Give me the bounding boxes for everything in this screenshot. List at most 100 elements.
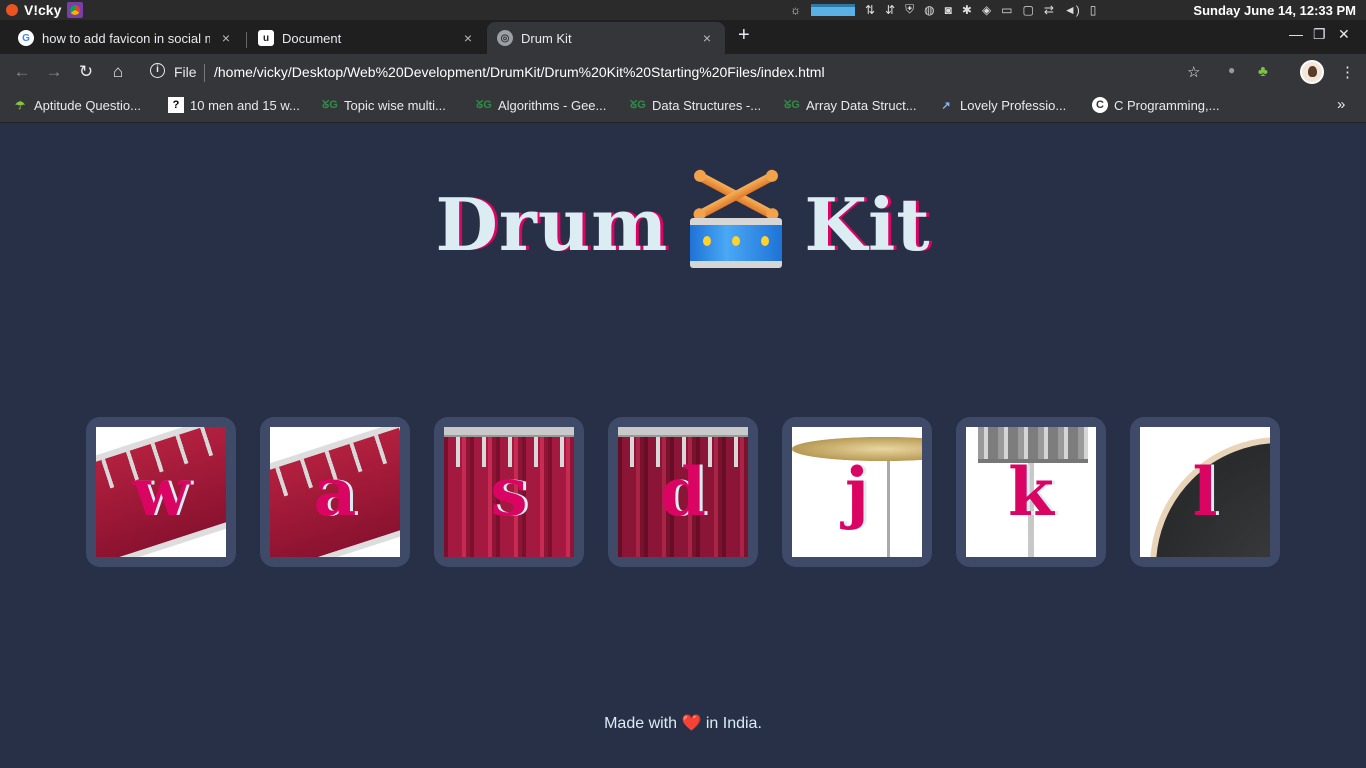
- bookmark-label: Topic wise multi...: [344, 97, 446, 113]
- bookmark-item[interactable]: ᘜG Algorithms - Gee...: [476, 97, 606, 113]
- tab-document[interactable]: u Document ×: [248, 22, 486, 54]
- url-divider: [204, 64, 205, 82]
- drum-buttons: w a s d j k l: [86, 417, 1286, 567]
- bookmark-label: Array Data Struct...: [806, 97, 917, 113]
- system-username[interactable]: V!cky: [24, 2, 61, 18]
- bookmark-item[interactable]: ᘜG Topic wise multi...: [322, 97, 446, 113]
- minimize-button[interactable]: —: [1289, 26, 1303, 42]
- monitor-icon[interactable]: ▢: [1023, 3, 1034, 17]
- url-scheme-label[interactable]: File: [174, 64, 197, 80]
- tab-google-search[interactable]: G how to add favicon in social m ×: [8, 22, 244, 54]
- power-icon[interactable]: ▯: [1090, 3, 1097, 17]
- drum-button-a[interactable]: a: [260, 417, 410, 567]
- tab-drum-kit[interactable]: ◎ Drum Kit ×: [487, 22, 725, 54]
- close-window-button[interactable]: ✕: [1338, 26, 1350, 43]
- drum-button-w[interactable]: w: [86, 417, 236, 567]
- heart-icon: ❤️: [681, 715, 702, 732]
- globe-icon: ◎: [497, 30, 513, 46]
- external-link-icon: ↗: [941, 99, 951, 112]
- drum-key-letter: a: [313, 453, 357, 531]
- system-tray: ☼ ⇅ ⇵ ⛨ ◍ ◙ ✱ ◈ ▭ ▢ ⇄ ◄) ▯: [790, 2, 1096, 17]
- google-icon: G: [18, 30, 34, 46]
- drum-button-j[interactable]: j: [782, 417, 932, 567]
- reload-button[interactable]: ↻: [75, 62, 97, 82]
- close-tab-icon[interactable]: ×: [460, 30, 476, 46]
- bookmark-label: 10 men and 15 w...: [190, 97, 300, 113]
- upload-speed-icon[interactable]: ⇵: [885, 3, 895, 17]
- ubuntu-logo-icon[interactable]: [6, 4, 18, 16]
- umbrella-icon: ☂: [15, 99, 25, 112]
- kick-drum-image: l: [1140, 427, 1270, 557]
- title-left-text: Drum: [435, 181, 669, 267]
- close-tab-icon[interactable]: ×: [699, 30, 715, 46]
- geeksforgeeks-icon: ᘜG: [630, 98, 646, 111]
- drum-key-letter: w: [132, 453, 190, 531]
- shield-icon[interactable]: ⛨: [905, 2, 914, 17]
- home-button[interactable]: ⌂: [107, 62, 129, 82]
- drum-button-k[interactable]: k: [956, 417, 1106, 567]
- menu-kebab-icon[interactable]: ⋮: [1340, 63, 1355, 81]
- drum-button-s[interactable]: s: [434, 417, 584, 567]
- drum-key-letter: k: [1008, 453, 1054, 531]
- tab-title: Drum Kit: [521, 30, 572, 46]
- battery-bar-icon[interactable]: [811, 3, 855, 16]
- system-top-bar: V!cky ☼ ⇅ ⇵ ⛨ ◍ ◙ ✱ ◈ ▭ ▢ ⇄ ◄) ▯ Sunday …: [0, 0, 1366, 20]
- bookmark-label: Algorithms - Gee...: [498, 97, 607, 113]
- snare-drum-image: k: [966, 427, 1096, 557]
- bookmark-label: Lovely Professio...: [960, 97, 1067, 113]
- forward-button[interactable]: →: [43, 62, 65, 82]
- drum-key-letter: j: [845, 453, 869, 531]
- question-icon: ?: [168, 97, 184, 113]
- tab-divider: [246, 32, 247, 48]
- drum-icon: [690, 171, 783, 272]
- wifi-icon[interactable]: ⇄: [1044, 3, 1054, 17]
- geeksforgeeks-icon: ᘜG: [322, 98, 338, 111]
- back-button[interactable]: ←: [11, 62, 33, 82]
- bookmark-item[interactable]: C C Programming,...: [1092, 97, 1219, 113]
- address-bar[interactable]: /home/vicky/Desktop/Web%20Development/Dr…: [214, 64, 825, 80]
- bulb-icon[interactable]: ◍: [924, 3, 934, 17]
- site-info-icon[interactable]: i: [150, 63, 165, 78]
- maximize-button[interactable]: ❐: [1313, 26, 1326, 43]
- bookmark-item[interactable]: ↗ Lovely Professio...: [938, 97, 1066, 113]
- bookmarks-overflow-icon[interactable]: »: [1337, 96, 1345, 113]
- bookmark-label: C Programming,...: [1114, 97, 1220, 113]
- page-footer: Made with ❤️ in India.: [0, 713, 1366, 733]
- tab-title: how to add favicon in social m: [42, 30, 210, 46]
- geeksforgeeks-icon: ᘜG: [476, 98, 492, 111]
- tree-extension-icon[interactable]: ♣: [1258, 63, 1268, 80]
- bookmark-label: Aptitude Questio...: [34, 97, 141, 113]
- footer-text-before: Made with: [604, 715, 678, 732]
- security-icon[interactable]: ◈: [982, 3, 991, 17]
- new-tab-button[interactable]: +: [738, 24, 750, 47]
- bookmark-star-icon[interactable]: ☆: [1187, 63, 1200, 81]
- clock[interactable]: Sunday June 14, 12:33 PM: [1193, 3, 1356, 18]
- profile-avatar[interactable]: [1300, 60, 1324, 84]
- tab-title: Document: [282, 30, 342, 46]
- bookmark-label: Data Structures -...: [652, 97, 762, 113]
- drum-kit-page: Drum Kit w a s d j k l Made with ❤️ in I…: [0, 124, 1366, 768]
- weather-icon[interactable]: ☼: [790, 3, 801, 17]
- drum-button-l[interactable]: l: [1130, 417, 1280, 567]
- tab-strip: G how to add favicon in social m × u Doc…: [0, 20, 1366, 54]
- tom4-drum-image: d: [618, 427, 748, 557]
- close-tab-icon[interactable]: ×: [218, 30, 234, 46]
- extension-icon[interactable]: ●: [1228, 63, 1235, 77]
- page-title: Drum Kit: [0, 171, 1366, 272]
- bookmark-item[interactable]: ᘜG Data Structures -...: [630, 97, 761, 113]
- footer-text-after: in India.: [705, 715, 762, 732]
- chrome-indicator-icon[interactable]: [67, 2, 84, 18]
- bookmark-item[interactable]: ☂ Aptitude Questio...: [12, 97, 141, 113]
- tom2-drum-image: a: [270, 427, 400, 557]
- camera-icon[interactable]: ◙: [945, 3, 952, 17]
- bookmark-item[interactable]: ᘜG Array Data Struct...: [784, 97, 917, 113]
- bookmark-item[interactable]: ? 10 men and 15 w...: [168, 97, 300, 113]
- bluetooth-icon[interactable]: ✱: [962, 3, 972, 17]
- disk-icon[interactable]: ▭: [1001, 3, 1012, 17]
- volume-icon[interactable]: ◄): [1064, 3, 1080, 17]
- tom3-drum-image: s: [444, 427, 574, 557]
- drum-button-d[interactable]: d: [608, 417, 758, 567]
- network-speed-icon[interactable]: ⇅: [865, 3, 875, 17]
- tom1-drum-image: w: [96, 427, 226, 557]
- drum-key-letter: l: [1192, 453, 1218, 531]
